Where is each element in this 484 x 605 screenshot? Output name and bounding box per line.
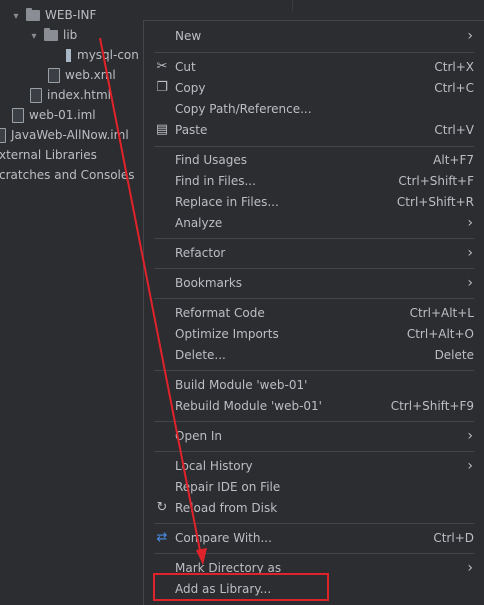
annotation-arrow: [99, 37, 207, 565]
